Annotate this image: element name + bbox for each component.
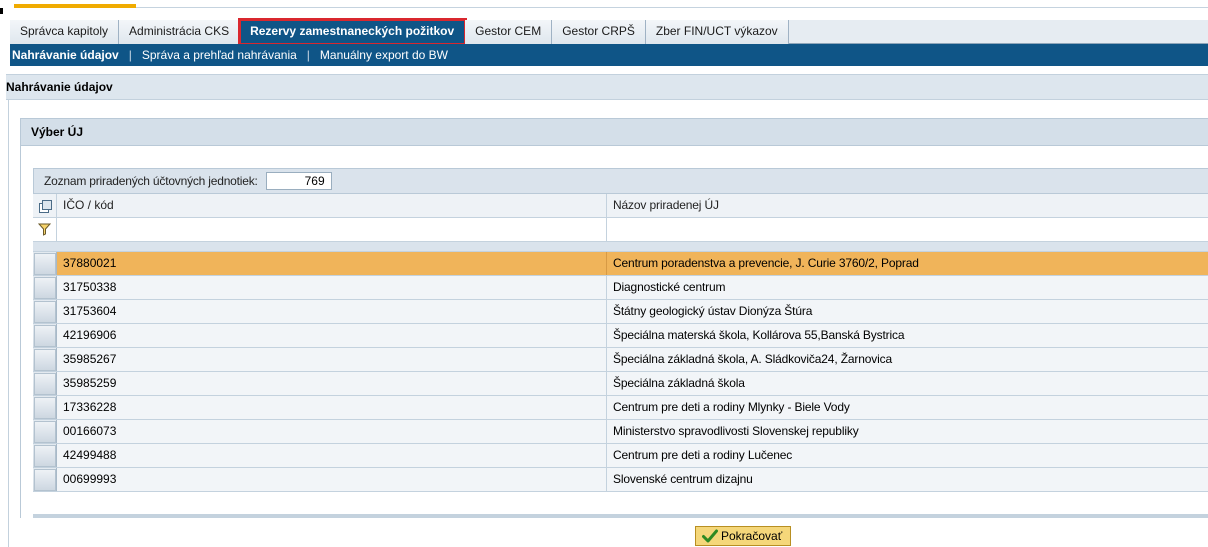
row-selector[interactable] — [33, 324, 57, 347]
table-header-separator — [33, 242, 1208, 252]
column-header-ico[interactable]: IČO / kód — [57, 194, 607, 217]
cell-ico[interactable]: 35985259 — [57, 372, 607, 395]
table-row[interactable]: 17336228 Centrum pre deti a rodiny Mlynky… — [33, 396, 1208, 420]
cell-ico[interactable]: 42196906 — [57, 324, 607, 347]
continue-button[interactable]: Pokračovať — [695, 526, 792, 546]
subtab-2[interactable]: Správa a prehľad nahrávania — [136, 48, 303, 62]
row-select-button[interactable] — [33, 348, 56, 371]
subtab-separator: | — [128, 48, 132, 62]
row-select-button[interactable] — [33, 372, 56, 395]
continue-button-label: Pokračovať — [721, 529, 783, 543]
cell-unit-name[interactable]: Špeciálna materská škola, Kollárova 55,B… — [607, 324, 1208, 347]
row-selector[interactable] — [33, 372, 57, 395]
count-label: Zoznam priradených účtovných jednotiek: — [44, 174, 258, 188]
cell-ico[interactable]: 31750338 — [57, 276, 607, 299]
row-selector[interactable] — [33, 420, 57, 443]
table-row[interactable]: 42499488 Centrum pre deti a rodiny Lučene… — [33, 444, 1208, 468]
accent-bar — [14, 4, 136, 8]
count-field: 769 — [265, 172, 332, 190]
table-settings-button[interactable] — [33, 194, 57, 217]
group-body: Zoznam priradených účtovných jednotiek: … — [20, 146, 1208, 518]
top-accent — [0, 0, 1208, 14]
tab-4[interactable]: Gestor CEM — [465, 20, 553, 44]
filter-icon — [38, 223, 51, 236]
row-selector[interactable] — [33, 444, 57, 467]
table-row[interactable]: 00166073 Ministerstvo spravodlivosti Slov… — [33, 420, 1208, 444]
row-selector[interactable] — [33, 468, 57, 491]
table-row[interactable]: 00699993 Slovenské centrum dizajnu — [33, 468, 1208, 492]
tab-5[interactable]: Gestor CRPŠ — [552, 20, 646, 44]
table-header-row: IČO / kód Názov priradenej ÚJ — [33, 194, 1208, 218]
cell-unit-name[interactable]: Štátny geologický ústav Dionýza Štúra — [607, 300, 1208, 323]
cell-ico[interactable]: 00166073 — [57, 420, 607, 443]
unit-selection-group: Výber ÚJ Zoznam priradených účtovných je… — [20, 118, 1208, 518]
tab-3[interactable]: Rezervy zamestnaneckých požitkov — [238, 18, 468, 46]
main-tab-strip: Správca kapitoly Administrácia CKS Rezervy… — [10, 18, 1208, 46]
row-selector[interactable] — [33, 396, 57, 419]
table-row[interactable]: 31753604 Štátny geologický ústav Dionýza … — [33, 300, 1208, 324]
top-left-marker — [0, 8, 3, 14]
cell-unit-name[interactable]: Centrum pre deti a rodiny Lučenec — [607, 444, 1208, 467]
cell-ico[interactable]: 42499488 — [57, 444, 607, 467]
row-select-button[interactable] — [33, 276, 56, 299]
checkmark-icon — [702, 529, 718, 543]
cell-unit-name[interactable]: Slovenské centrum dizajnu — [607, 468, 1208, 491]
subtab-1[interactable]: Nahrávanie údajov — [10, 48, 125, 62]
subtab-separator: | — [306, 48, 310, 62]
accent-line — [136, 7, 1208, 8]
cell-ico[interactable]: 31753604 — [57, 300, 607, 323]
row-selector[interactable] — [33, 300, 57, 323]
cell-unit-name[interactable]: Ministerstvo spravodlivosti Slovenskej r… — [607, 420, 1208, 443]
cell-ico[interactable]: 35985267 — [57, 348, 607, 371]
table-row[interactable]: 31750338 Diagnostické centrum — [33, 276, 1208, 300]
column-header-name[interactable]: Názov priradenej ÚJ — [607, 194, 1208, 217]
row-select-button[interactable] — [33, 300, 56, 323]
sub-tab-strip: Nahrávanie údajov | Správa a prehľad nahrá… — [10, 44, 1208, 66]
table-row[interactable]: 37880021 Centrum poradenstva a prevencie,… — [33, 252, 1208, 276]
row-select-button[interactable] — [33, 396, 56, 419]
units-table: IČO / kód Názov priradenej ÚJ 37880021 Ce… — [33, 194, 1208, 492]
table-settings-icon — [38, 199, 52, 213]
cell-unit-name[interactable]: Diagnostické centrum — [607, 276, 1208, 299]
cell-ico[interactable]: 00699993 — [57, 468, 607, 491]
row-select-button[interactable] — [33, 324, 56, 347]
row-select-button[interactable] — [33, 252, 56, 275]
row-selector[interactable] — [33, 348, 57, 371]
tab-1[interactable]: Správca kapitoly — [10, 20, 120, 44]
left-frame-border — [8, 100, 9, 547]
tab-6[interactable]: Zber FIN/UCT výkazov — [645, 20, 789, 44]
table-filter-row — [33, 218, 1208, 242]
table-row[interactable]: 35985267 Špeciálna základná škola, A. Slá… — [33, 348, 1208, 372]
cell-ico[interactable]: 17336228 — [57, 396, 607, 419]
table-row[interactable]: 42196906 Špeciálna materská škola, Kollár… — [33, 324, 1208, 348]
cell-unit-name[interactable]: Centrum pre deti a rodiny Mlynky - Biele… — [607, 396, 1208, 419]
table-toolbar: Zoznam priradených účtovných jednotiek: … — [33, 168, 1208, 194]
cell-unit-name[interactable]: Špeciálna základná škola, A. Sládkoviča2… — [607, 348, 1208, 371]
cell-unit-name[interactable]: Centrum poradenstva a prevencie, J. Curi… — [607, 252, 1208, 275]
row-select-button[interactable] — [33, 420, 56, 443]
filter-input-ico[interactable] — [57, 218, 607, 241]
page-title: Nahrávanie údajov — [6, 74, 1208, 100]
filter-button[interactable] — [33, 218, 57, 241]
row-selector[interactable] — [33, 276, 57, 299]
cell-ico[interactable]: 37880021 — [57, 252, 607, 275]
table-bottom-border — [33, 514, 1208, 518]
table-row[interactable]: 35985259 Špeciálna základná škola — [33, 372, 1208, 396]
tab-2[interactable]: Administrácia CKS — [119, 20, 241, 44]
row-selector[interactable] — [33, 252, 57, 275]
subtab-3[interactable]: Manuálny export do BW — [314, 48, 454, 62]
row-select-button[interactable] — [33, 444, 56, 467]
cell-unit-name[interactable]: Špeciálna základná škola — [607, 372, 1208, 395]
group-title: Výber ÚJ — [20, 118, 1208, 146]
row-select-button[interactable] — [33, 468, 56, 491]
filter-input-name[interactable] — [607, 218, 1208, 241]
